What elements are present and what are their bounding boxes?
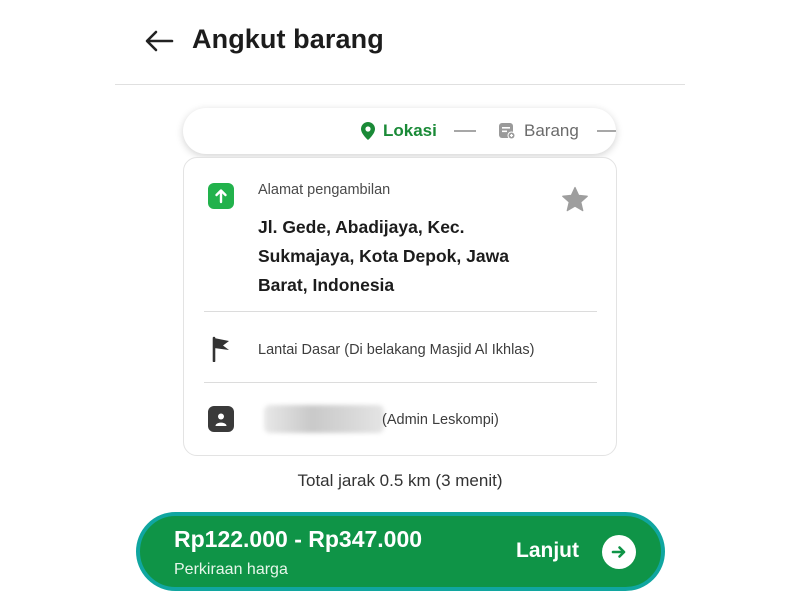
package-icon bbox=[498, 122, 516, 140]
price-caption: Perkiraan harga bbox=[174, 561, 288, 578]
step-barang[interactable]: Barang bbox=[498, 108, 579, 154]
page-title: Angkut barang bbox=[192, 24, 384, 54]
header-divider bbox=[115, 84, 685, 85]
location-note[interactable]: Lantai Dasar (Di belakang Masjid Al Ikhl… bbox=[258, 342, 534, 358]
contact-name[interactable]: (Admin Leskompi) bbox=[382, 412, 499, 428]
continue-label: Lanjut bbox=[516, 539, 579, 562]
step-connector bbox=[597, 130, 616, 132]
arrow-left-icon bbox=[145, 30, 174, 52]
pickup-address[interactable]: Jl. Gede, Abadijaya, Kec. Sukmajaya, Kot… bbox=[258, 213, 548, 300]
pickup-label: Alamat pengambilan bbox=[258, 182, 391, 198]
divider bbox=[204, 311, 597, 312]
step-connector bbox=[454, 130, 476, 132]
step-indicator: Lokasi Barang bbox=[183, 108, 616, 154]
step-lokasi-label: Lokasi bbox=[383, 121, 437, 140]
location-card: Alamat pengambilan Jl. Gede, Abadijaya, … bbox=[183, 157, 617, 456]
pickup-arrow-icon bbox=[208, 183, 234, 209]
distance-summary: Total jarak 0.5 km (3 menit) bbox=[297, 471, 503, 490]
back-button[interactable] bbox=[140, 22, 178, 60]
step-barang-label: Barang bbox=[524, 121, 579, 140]
arrow-right-circle-icon bbox=[602, 535, 636, 569]
contact-icon bbox=[208, 406, 234, 432]
phone-number-redacted bbox=[264, 405, 384, 433]
flag-icon bbox=[208, 336, 234, 362]
header: Angkut barang bbox=[0, 0, 800, 86]
step-lokasi[interactable]: Lokasi bbox=[361, 108, 437, 154]
price-range: Rp122.000 - Rp347.000 bbox=[174, 526, 423, 552]
continue-button[interactable]: Rp122.000 - Rp347.000 Perkiraan harga La… bbox=[136, 512, 665, 591]
location-pin-icon bbox=[361, 122, 375, 140]
star-icon[interactable] bbox=[560, 185, 590, 215]
divider bbox=[204, 382, 597, 383]
